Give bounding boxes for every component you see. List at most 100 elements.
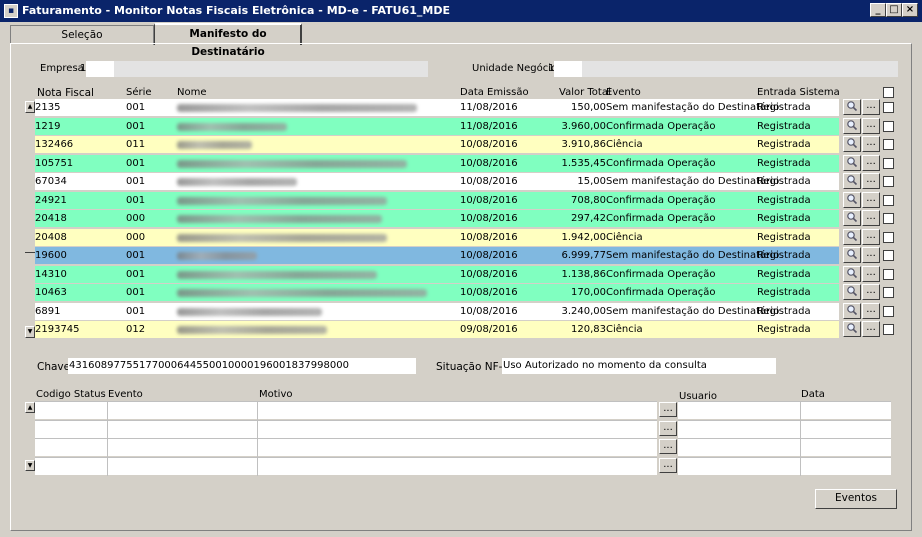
table-row[interactable]: 2193745 012 09/08/2016 Ciência Registrada 120… — [35, 321, 839, 338]
row-checkbox[interactable] — [883, 250, 894, 261]
col-data[interactable]: Data — [801, 389, 825, 400]
table-row[interactable]: 2135 001 11/08/2016 Sem manifestação do Des… — [35, 99, 839, 116]
row-more-button[interactable]: ... — [862, 173, 880, 189]
situacao-field[interactable]: Uso Autorizado no momento da consulta — [502, 358, 776, 374]
evento-cell: Confirmada Operação — [606, 287, 716, 298]
evento-cell: Ciência — [606, 139, 643, 150]
row-checkbox[interactable] — [883, 306, 894, 317]
row-more-button[interactable]: ... — [862, 118, 880, 134]
nome-cell-redacted — [177, 252, 257, 260]
status-row-usuario-data[interactable] — [678, 438, 891, 457]
col-valor-total[interactable]: Valor Total — [559, 87, 611, 98]
table-row[interactable]: 19600 001 10/08/2016 Sem manifestação do De… — [35, 247, 839, 264]
entrada-sistema-cell: Registrada — [757, 213, 811, 224]
row-more-button[interactable]: ... — [862, 136, 880, 152]
row-more-button[interactable]: ... — [862, 155, 880, 171]
col-data-emissao[interactable]: Data Emissão — [460, 87, 529, 98]
status-more-button[interactable]: ... — [659, 421, 677, 436]
magnifier-icon[interactable] — [843, 266, 861, 282]
valor-total-cell: 1.942,00 — [561, 232, 606, 243]
status-row[interactable] — [35, 457, 657, 476]
maximize-button[interactable]: □ — [886, 3, 902, 17]
status-more-button[interactable]: ... — [659, 402, 677, 417]
magnifier-icon[interactable] — [843, 192, 861, 208]
row-more-button[interactable]: ... — [862, 321, 880, 337]
magnifier-icon[interactable] — [843, 118, 861, 134]
row-checkbox[interactable] — [883, 195, 894, 206]
table-row[interactable]: 20418 000 10/08/2016 Confirmada Operação Reg… — [35, 210, 839, 227]
row-checkbox[interactable] — [883, 102, 894, 113]
eventos-button[interactable]: Eventos — [815, 489, 897, 509]
col-motivo[interactable]: Motivo — [259, 389, 292, 400]
col-evento[interactable]: Evento — [606, 87, 641, 98]
row-more-button[interactable]: ... — [862, 99, 880, 115]
col-evento-status[interactable]: Evento — [108, 389, 143, 400]
col-codigo-status[interactable]: Codigo Status — [36, 389, 106, 400]
table-row[interactable]: 1219 001 11/08/2016 Confirmada Operação Regi… — [35, 118, 839, 135]
table-row[interactable]: 24921 001 10/08/2016 Confirmada Operação Reg… — [35, 192, 839, 209]
row-checkbox[interactable] — [883, 158, 894, 169]
scroll-thumb[interactable] — [25, 252, 35, 258]
row-checkbox[interactable] — [883, 324, 894, 335]
status-scroll-up[interactable]: ▲ — [25, 402, 35, 413]
table-row[interactable]: 14310 001 10/08/2016 Confirmada Operação Reg… — [35, 266, 839, 283]
col-nota-fiscal[interactable]: Nota Fiscal — [37, 87, 94, 99]
row-more-button[interactable]: ... — [862, 266, 880, 282]
status-row-usuario-data[interactable] — [678, 401, 891, 420]
status-more-button[interactable]: ... — [659, 439, 677, 454]
magnifier-icon[interactable] — [843, 321, 861, 337]
row-more-button[interactable]: ... — [862, 284, 880, 300]
row-checkbox[interactable] — [883, 139, 894, 150]
empresa-field[interactable] — [86, 61, 114, 77]
table-row[interactable]: 132466 011 10/08/2016 Ciência Registrada 3.91… — [35, 136, 839, 153]
table-row[interactable]: 105751 001 10/08/2016 Confirmada Operação Re… — [35, 155, 839, 172]
row-more-button[interactable]: ... — [862, 229, 880, 245]
scroll-down-arrow[interactable]: ▼ — [25, 326, 35, 338]
col-nome[interactable]: Nome — [177, 87, 207, 98]
scroll-up-arrow[interactable]: ▲ — [25, 101, 35, 113]
table-row[interactable]: 20408 000 10/08/2016 Ciência Registrada 1.942… — [35, 229, 839, 246]
table-row[interactable]: 67034 001 10/08/2016 Sem manifestação do De… — [35, 173, 839, 190]
row-more-button[interactable]: ... — [862, 210, 880, 226]
table-row[interactable]: 6891 001 10/08/2016 Sem manifestação do Des… — [35, 303, 839, 320]
status-row[interactable] — [35, 438, 657, 457]
row-checkbox[interactable] — [883, 232, 894, 243]
entrada-sistema-cell: Registrada — [757, 324, 811, 335]
row-more-button[interactable]: ... — [862, 247, 880, 263]
status-row[interactable] — [35, 420, 657, 439]
status-more-button[interactable]: ... — [659, 458, 677, 473]
status-row[interactable] — [35, 401, 657, 420]
close-button[interactable]: × — [902, 3, 918, 17]
evento-cell: Confirmada Operação — [606, 121, 716, 132]
tab-manifesto[interactable]: Manifesto do Destinatário — [154, 23, 302, 58]
status-row-usuario-data[interactable] — [678, 420, 891, 439]
row-checkbox[interactable] — [883, 213, 894, 224]
magnifier-icon[interactable] — [843, 173, 861, 189]
evento-cell: Ciência — [606, 232, 643, 243]
status-row-usuario-data[interactable] — [678, 457, 891, 476]
minimize-button[interactable]: _ — [870, 3, 886, 17]
row-checkbox[interactable] — [883, 121, 894, 132]
row-checkbox[interactable] — [883, 176, 894, 187]
select-all-checkbox[interactable] — [883, 87, 894, 98]
table-row[interactable]: 10463 001 10/08/2016 Confirmada Operação Reg… — [35, 284, 839, 301]
row-more-button[interactable]: ... — [862, 192, 880, 208]
unidade-field[interactable] — [554, 61, 582, 77]
magnifier-icon[interactable] — [843, 210, 861, 226]
col-serie[interactable]: Série — [126, 87, 152, 98]
row-more-button[interactable]: ... — [862, 303, 880, 319]
magnifier-icon[interactable] — [843, 155, 861, 171]
col-entrada-sistema[interactable]: Entrada Sistema — [757, 87, 840, 98]
row-checkbox[interactable] — [883, 269, 894, 280]
magnifier-icon[interactable] — [843, 229, 861, 245]
status-scroll-down[interactable]: ▼ — [25, 460, 35, 471]
magnifier-icon[interactable] — [843, 99, 861, 115]
tab-selecao[interactable]: Seleção — [10, 25, 154, 45]
evento-cell: Confirmada Operação — [606, 213, 716, 224]
chave-field[interactable]: 4316089775517700064455001000019600183799… — [68, 358, 416, 374]
magnifier-icon[interactable] — [843, 136, 861, 152]
row-checkbox[interactable] — [883, 287, 894, 298]
magnifier-icon[interactable] — [843, 303, 861, 319]
magnifier-icon[interactable] — [843, 284, 861, 300]
magnifier-icon[interactable] — [843, 247, 861, 263]
